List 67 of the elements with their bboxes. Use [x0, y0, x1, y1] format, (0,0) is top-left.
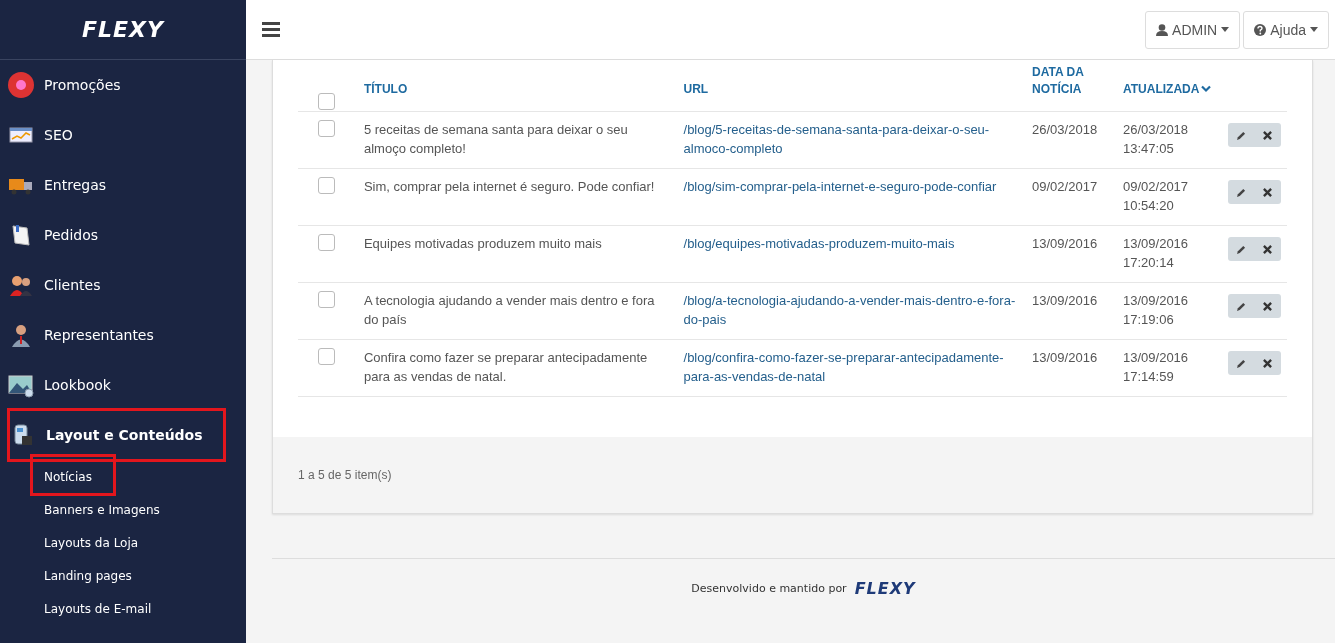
landscape-icon: [8, 372, 34, 398]
url-link[interactable]: /blog/5-receitas-de-semana-santa-para-deixar-o-seu-almoco-completo: [683, 120, 1021, 158]
timestamp-text: 26/03/2018 13:47:05: [1123, 121, 1190, 158]
user-icon: [1156, 23, 1169, 36]
flexy-logo[interactable]: FLEXY: [854, 579, 916, 598]
chevron-down-icon[interactable]: [1201, 85, 1212, 93]
sidebar-item-label[interactable]: Pedidos: [44, 227, 99, 243]
close-icon: [1263, 301, 1273, 311]
checkbox[interactable]: [318, 291, 335, 308]
pencil-icon: [1236, 244, 1246, 254]
close-icon: [1263, 244, 1273, 254]
title-text: Confira como fazer se preparar antecipadamente para as vendas de natal.: [363, 349, 649, 386]
caret-icon: [1310, 27, 1318, 32]
flexy-logo[interactable]: FLEXY: [82, 17, 164, 42]
timestamp-text: 09/02/2017 10:54:20: [1123, 178, 1190, 215]
url-link[interactable]: /blog/equipes-motivadas-produzem-muito-mais: [683, 234, 1021, 253]
date-text: 13/09/2016: [1032, 349, 1099, 367]
submenu-item[interactable]: Banners e Imagens: [44, 502, 160, 517]
column-header[interactable]: URL: [683, 81, 709, 98]
submenu-item[interactable]: Layouts da Loja: [44, 535, 139, 550]
checkbox[interactable]: [318, 93, 335, 110]
checkbox[interactable]: [318, 234, 335, 251]
title-text: Equipes motivadas produzem muito mais: [363, 235, 603, 253]
close-icon: [1263, 187, 1273, 197]
title-text: A tecnologia ajudando a vender mais dentro e fora do país: [363, 292, 656, 329]
sidebar-item-label[interactable]: Layout e Conteúdos: [46, 427, 203, 443]
sidebar-item-label[interactable]: Clientes: [44, 277, 101, 293]
help-menu-button[interactable]: Ajuda: [1243, 10, 1329, 49]
column-header[interactable]: DATA DA NOTÍCIA: [1032, 64, 1111, 98]
sidebar-item-label[interactable]: Lookbook: [44, 377, 111, 393]
pencil-icon: [1236, 187, 1246, 197]
checkbox[interactable]: [318, 348, 335, 365]
url-link[interactable]: /blog/sim-comprar-pela-internet-e-seguro-pode-confiar: [683, 177, 1021, 196]
title-text: 5 receitas de semana santa para deixar o seu almoço completo!: [363, 121, 629, 158]
timestamp-text: 13/09/2016 17:20:14: [1123, 235, 1190, 272]
menu-icon[interactable]: [262, 22, 280, 37]
sidebar-item-label[interactable]: SEO: [44, 127, 73, 143]
help-icon: [1254, 23, 1267, 36]
url-link[interactable]: /blog/confira-como-fazer-se-preparar-antecipadamente-para-as-vendas-de-natal: [683, 348, 1021, 386]
footer-text: Desenvolvido e mantido por: [691, 582, 847, 595]
column-header[interactable]: ATUALIZADA: [1123, 81, 1200, 98]
timestamp-text: 13/09/2016 17:14:59: [1123, 349, 1190, 386]
url-link[interactable]: /blog/a-tecnologia-ajudando-a-vender-mais-dentro-e-fora-do-pais: [683, 291, 1021, 329]
submenu-item[interactable]: Layouts de E-mail: [44, 601, 152, 616]
sidebar-item-label[interactable]: Representantes: [44, 327, 154, 343]
caret-icon: [1221, 27, 1230, 32]
checkbox[interactable]: [318, 177, 335, 194]
user-menu-button[interactable]: ADMIN: [1145, 10, 1241, 49]
submenu-item[interactable]: Landing pages: [44, 568, 132, 583]
date-text: 13/09/2016: [1032, 292, 1099, 310]
date-text: 26/03/2018: [1032, 121, 1099, 139]
pencil-icon: [1236, 358, 1246, 368]
close-icon: [1263, 130, 1273, 140]
sidebar-item-label[interactable]: Entregas: [44, 177, 107, 193]
title-text: Sim, comprar pela internet é seguro. Pode confiar!: [363, 178, 656, 196]
submenu-item[interactable]: Notícias: [44, 469, 92, 484]
pencil-icon: [1236, 301, 1246, 311]
date-text: 09/02/2017: [1032, 178, 1099, 196]
column-header[interactable]: TÍTULO: [363, 81, 408, 98]
badge-icon: [8, 72, 34, 98]
checkbox[interactable]: [318, 120, 335, 137]
sidebar-item-label[interactable]: Promoções: [44, 77, 121, 93]
pencil-icon: [1236, 130, 1246, 140]
timestamp-text: 13/09/2016 17:19:06: [1123, 292, 1190, 329]
date-text: 13/09/2016: [1032, 235, 1099, 253]
close-icon: [1263, 358, 1273, 368]
pagination-summary: 1 a 5 de 5 item(s): [298, 468, 392, 482]
